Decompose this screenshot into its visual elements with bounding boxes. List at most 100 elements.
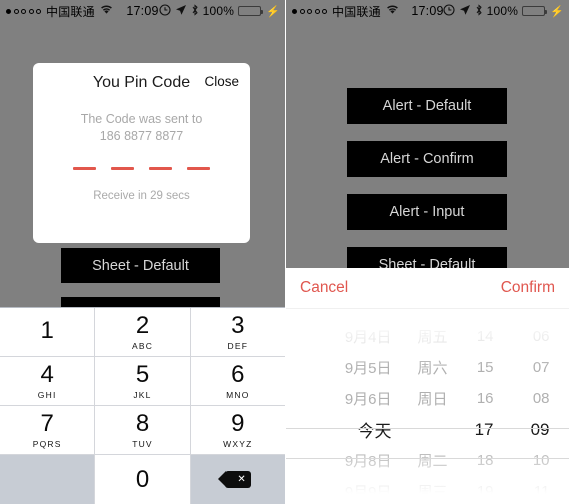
key-7-letters: PQRS xyxy=(32,438,62,449)
picker-row[interactable]: 9月5日 周六 15 07 xyxy=(286,352,569,383)
keyboard-row-3: 7 PQRS 8 TUV 9 WXYZ xyxy=(0,406,285,455)
key-3[interactable]: 3 DEF xyxy=(190,308,285,357)
delete-icon: ✕ xyxy=(217,471,251,488)
battery-percent-label-right: 100% xyxy=(486,4,519,18)
key-5-number: 5 xyxy=(135,360,150,388)
bluetooth-icon-right xyxy=(475,3,483,19)
bluetooth-icon xyxy=(191,3,199,19)
key-3-number: 3 xyxy=(231,311,245,339)
date-picker-toolbar: Cancel Confirm xyxy=(286,268,569,309)
key-6[interactable]: 6 MNO xyxy=(190,357,285,406)
picker-minute: 07 xyxy=(532,359,550,376)
close-button[interactable]: Close xyxy=(204,74,239,89)
alert-confirm-button[interactable]: Alert - Confirm xyxy=(347,141,507,177)
picker-date: 9月3日 xyxy=(306,309,392,316)
picker-hour: 17 xyxy=(474,419,494,439)
key-5-letters: JKL xyxy=(133,389,152,400)
picker-weekday: 周二 xyxy=(417,453,448,470)
picker-weekday: 周三 xyxy=(417,484,448,501)
left-phone-screen: 中国联通 17:09 100% ⚡ Sheet - Default You Pi… xyxy=(0,0,285,504)
pin-dash-4[interactable] xyxy=(187,167,210,170)
battery-icon-right xyxy=(522,6,548,16)
alert-input-button[interactable]: Alert - Input xyxy=(347,194,507,230)
picker-minute: 08 xyxy=(532,390,550,407)
picker-row[interactable]: 9月4日 周五 14 06 xyxy=(286,321,569,352)
status-bar-left: 中国联通 17:09 100% ⚡ xyxy=(0,0,285,22)
key-1-number: 1 xyxy=(40,316,54,344)
status-bar-right: 中国联通 17:09 100% ⚡ xyxy=(286,0,569,22)
picker-row[interactable]: 9月9日 周三 19 11 xyxy=(286,476,569,504)
key-blank[interactable] xyxy=(0,455,96,504)
key-7[interactable]: 7 PQRS xyxy=(0,406,96,455)
key-9[interactable]: 9 WXYZ xyxy=(190,406,285,455)
key-4[interactable]: 4 GHI xyxy=(0,357,96,406)
picker-date: 今天 xyxy=(357,422,392,441)
picker-date: 9月8日 xyxy=(344,453,392,470)
date-time-picker[interactable]: 9月3日 周四 13 05 9月4日 周五 14 06 9月5日 周六 xyxy=(286,309,569,504)
lightning-bolt-icon: ⚡ xyxy=(266,5,280,18)
key-8-letters: TUV xyxy=(132,438,153,449)
picker-minute: 05 xyxy=(494,309,550,314)
key-6-number: 6 xyxy=(231,360,245,388)
key-9-letters: WXYZ xyxy=(223,438,253,449)
key-0[interactable]: 0 xyxy=(95,455,191,504)
location-arrow-icon-right xyxy=(459,4,471,19)
picker-row[interactable]: 9月6日 周日 16 08 xyxy=(286,383,569,414)
alert-default-button[interactable]: Alert - Default xyxy=(347,88,507,124)
key-2-letters: ABC xyxy=(131,340,154,351)
picker-row[interactable]: 9月8日 周二 18 10 xyxy=(286,445,569,476)
status-bar-right-group: 100% ⚡ xyxy=(159,0,280,22)
key-8[interactable]: 8 TUV xyxy=(95,406,191,455)
picker-row[interactable]: 9月3日 周四 13 05 xyxy=(286,309,569,321)
right-phone-screen: 中国联通 17:09 100% ⚡ Alert - Default Alert … xyxy=(285,0,569,504)
picker-row-list: 9月3日 周四 13 05 9月4日 周五 14 06 9月5日 周六 xyxy=(286,309,569,504)
status-bar-right-group-right: 100% ⚡ xyxy=(443,0,564,22)
pin-dialog-subtitle-line1: The Code was sent to xyxy=(80,112,203,126)
alert-input-button-label: Alert - Input xyxy=(389,204,465,220)
pin-dialog-subtitle: The Code was sent to 186 8877 8877 xyxy=(33,111,250,145)
picker-weekday: 周四 xyxy=(392,309,450,316)
battery-percent-label: 100% xyxy=(202,4,235,18)
lightning-bolt-icon-right: ⚡ xyxy=(550,5,564,18)
alarm-clock-icon xyxy=(159,3,171,19)
sheet-default-button-left-label: Sheet - Default xyxy=(92,257,189,274)
pin-dash-1[interactable] xyxy=(73,167,96,170)
key-9-number: 9 xyxy=(231,409,245,437)
keyboard-row-2: 4 GHI 5 JKL 6 MNO xyxy=(0,357,285,406)
picker-date: 9月6日 xyxy=(344,391,392,408)
key-3-letters: DEF xyxy=(227,340,249,351)
cancel-button[interactable]: Cancel xyxy=(300,279,348,297)
pin-dialog-phone-number: 186 8877 8877 xyxy=(99,129,184,143)
pin-dialog-header: You Pin Code Close xyxy=(33,63,250,103)
pin-dash-3[interactable] xyxy=(149,167,172,170)
picker-row-selected[interactable]: 今天 17 09 xyxy=(286,414,569,445)
picker-hour: 13 xyxy=(450,309,494,314)
picker-hour: 16 xyxy=(476,390,494,407)
key-delete[interactable]: ✕ xyxy=(190,455,285,504)
picker-date: 9月5日 xyxy=(344,360,392,377)
battery-icon xyxy=(238,6,264,16)
date-picker-sheet: Cancel Confirm 9月3日 周四 13 05 9月4日 周五 14 xyxy=(286,268,569,504)
key-4-number: 4 xyxy=(40,360,54,388)
key-8-number: 8 xyxy=(135,409,150,437)
key-2-number: 2 xyxy=(135,311,150,339)
key-2[interactable]: 2 ABC xyxy=(95,308,191,357)
pin-dash-2[interactable] xyxy=(111,167,134,170)
sheet-default-button-left[interactable]: Sheet - Default xyxy=(61,248,220,283)
picker-hour: 14 xyxy=(476,328,494,345)
picker-hour: 15 xyxy=(476,359,494,376)
picker-weekday: 周日 xyxy=(417,391,448,408)
confirm-button[interactable]: Confirm xyxy=(501,279,555,297)
key-1[interactable]: 1 xyxy=(0,308,96,357)
pin-resend-timer: Receive in 29 secs xyxy=(93,190,190,202)
key-7-number: 7 xyxy=(40,409,54,437)
alert-confirm-button-label: Alert - Confirm xyxy=(380,151,474,167)
picker-date: 9月9日 xyxy=(344,484,392,501)
alert-default-button-label: Alert - Default xyxy=(382,98,472,114)
key-6-letters: MNO xyxy=(226,389,250,400)
pin-code-input[interactable] xyxy=(33,167,250,170)
numeric-keyboard: 1 2 ABC 3 DEF 4 GHI 5 JKL 6 MNO 7 PQRS 8… xyxy=(0,307,285,504)
picker-hour: 19 xyxy=(476,483,494,500)
picker-weekday: 周五 xyxy=(417,329,448,346)
key-5[interactable]: 5 JKL xyxy=(95,357,191,406)
